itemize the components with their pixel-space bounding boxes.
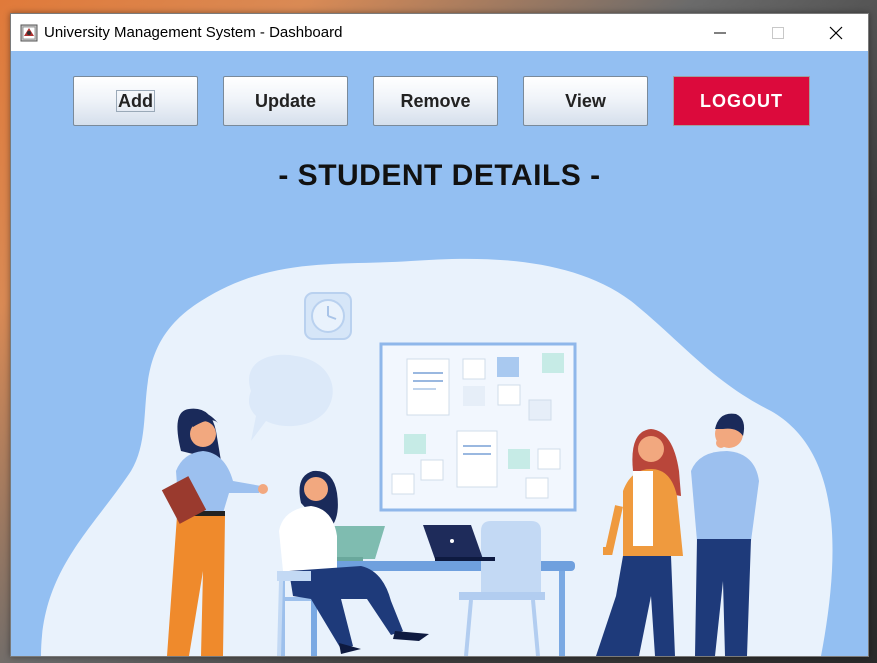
- app-icon: [20, 24, 38, 42]
- dashboard-content: Add Update Remove View LOGOUT - STUDENT …: [11, 51, 868, 656]
- minimize-icon: [714, 32, 726, 33]
- maximize-icon: [772, 26, 784, 39]
- title-bar[interactable]: University Management System - Dashboard: [11, 14, 868, 51]
- minimize-button[interactable]: [691, 14, 749, 51]
- close-button[interactable]: [807, 14, 865, 51]
- notice-board: [379, 342, 577, 512]
- students-meeting-illustration: [41, 258, 833, 656]
- clock-icon: [304, 292, 352, 340]
- maximize-button[interactable]: [749, 14, 807, 51]
- window-title: University Management System - Dashboard: [44, 24, 343, 41]
- close-icon: [829, 26, 843, 39]
- app-window: University Management System - Dashboard…: [10, 13, 869, 657]
